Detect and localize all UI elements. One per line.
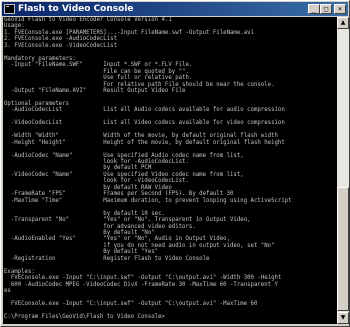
- console-line: For relative path File should be near th…: [4, 81, 275, 88]
- console-line: -Input "FileName.SWF" Input *.SWF or *.F…: [4, 62, 193, 69]
- minimize-button[interactable]: _: [308, 4, 320, 14]
- console-line: By default "No": [4, 229, 155, 236]
- console-line: -AudioCodecList List all Audio codecs av…: [4, 107, 285, 114]
- console-line: By default "Yes": [4, 249, 159, 256]
- console-line: -Width "Width" Width of the movie, by de…: [4, 133, 278, 140]
- scroll-up-button[interactable]: ▲: [337, 17, 349, 29]
- console-line: Mandatory parameters:: [4, 55, 76, 62]
- console-line: -MaxTime "Time" Maximum duration, to pre…: [4, 197, 292, 204]
- scroll-thumb[interactable]: [337, 187, 349, 311]
- console-line: -AudioEnabled "Yes" "Yes" or "No", Audio…: [4, 236, 230, 243]
- console-line: for advanced video editors.: [4, 223, 196, 230]
- console-line: FVEConsole.exe -Input "C:\input.swf" -Ou…: [4, 275, 282, 282]
- console-output[interactable]: GeoVid Flash to Video Encoder Console Ve…: [3, 17, 337, 324]
- title-buttons: _ □ ×: [308, 4, 348, 14]
- title-bar[interactable]: Flash to Video Console _ □ ×: [2, 2, 348, 16]
- console-line: C:\Program Files\GeoVid\Flash to Video C…: [4, 313, 165, 320]
- console-line: 2. FVEConsole.exe -AudioCodecList: [4, 36, 117, 43]
- console-line: 600 -AudioCodec MPEG -VideoCodec DivX -F…: [4, 281, 278, 288]
- console-line: -Transparent "No" "Yes" or "No". Transpa…: [4, 217, 251, 224]
- console-line: es: [4, 288, 11, 295]
- console-line: Use full or relative path.: [4, 75, 193, 82]
- console-line: -Registration Register Flash to Video Co…: [4, 255, 210, 262]
- console-line: 3. FVEConsole.exe -VideoCodecList: [4, 42, 117, 49]
- console-line: Usage:: [4, 23, 25, 30]
- console-line: look for -VideoCodecList.: [4, 178, 189, 185]
- console-line: File can be quoted by "".: [4, 68, 189, 75]
- console-line: GeoVid Flash to Video Encoder Console Ve…: [4, 17, 172, 23]
- console-line: -FrameRate "FPS" Frames per Second (FPS)…: [4, 191, 234, 198]
- maximize-button[interactable]: □: [320, 4, 332, 14]
- scroll-down-button[interactable]: ▼: [337, 312, 349, 324]
- console-line: 1. FVEConsole.exe [PARAMETERS]...-Input …: [4, 29, 254, 36]
- console-text: GeoVid Flash to Video Encoder Console Ve…: [3, 17, 337, 320]
- console-line: Optional parameters: [4, 100, 70, 107]
- console-line: by default 10 sec.: [4, 210, 165, 217]
- console-app-icon[interactable]: [4, 4, 15, 14]
- console-window: Flash to Video Console _ □ × GeoVid Flas…: [0, 0, 350, 327]
- console-line: -VideoCodec "Name" Use specified Video c…: [4, 171, 244, 178]
- console-line: if you do not need audio in output video…: [4, 242, 275, 249]
- console-line: FVEConsole.exe -Input "C:\input.swf" -Ou…: [4, 300, 258, 307]
- console-line: -Output "FileName.AVI" Result Output Vid…: [4, 87, 186, 94]
- window-title: Flash to Video Console: [18, 4, 134, 14]
- console-line: -VideoCodecList List all Video codecs av…: [4, 120, 285, 127]
- console-line: Examples:: [4, 268, 35, 275]
- close-button[interactable]: ×: [334, 4, 346, 14]
- vertical-scrollbar[interactable]: ▲ ▼: [337, 17, 349, 324]
- console-line: by default PCM: [4, 165, 152, 172]
- console-line: -AudioCodec "Name" Use specified Audio c…: [4, 152, 244, 159]
- console-line: -Height "Height" Height of the movie, by…: [4, 139, 285, 146]
- console-line: by default RAW Video: [4, 184, 172, 191]
- console-line: look for -AudioCodecList.: [4, 158, 189, 165]
